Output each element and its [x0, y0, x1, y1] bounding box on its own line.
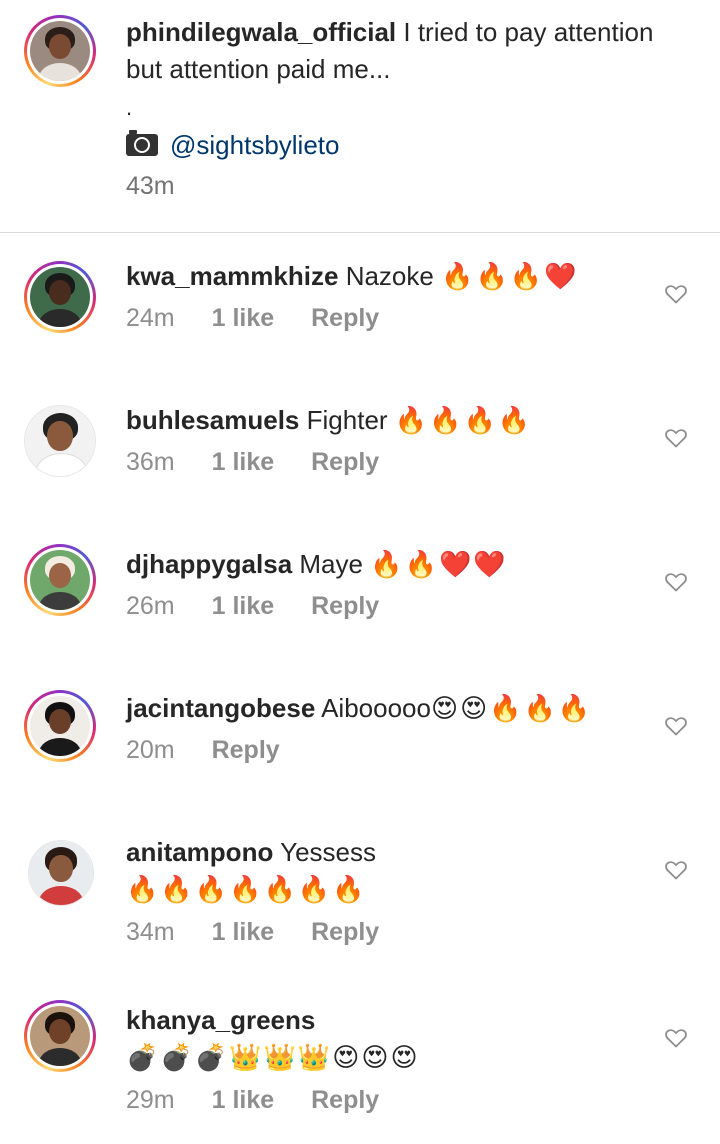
- heart-outline-icon[interactable]: [664, 282, 688, 306]
- credit-mention[interactable]: @sightsbylieto: [170, 128, 339, 162]
- comment-meta: 29m 1 like Reply: [126, 1086, 409, 1115]
- comment-text: anitampono Yessess 🔥🔥🔥🔥🔥🔥🔥: [126, 837, 376, 905]
- comment-meta: 26m 1 like Reply: [126, 592, 409, 621]
- caption-username[interactable]: phindilegwala_official: [126, 17, 396, 47]
- commenter-avatar[interactable]: [24, 405, 96, 477]
- comment-item: anitampono Yessess 🔥🔥🔥🔥🔥🔥🔥 34m 1 like Re…: [0, 834, 720, 964]
- like-count[interactable]: 1 like: [212, 592, 275, 620]
- reply-button[interactable]: Reply: [311, 448, 379, 476]
- comment-time: 34m: [126, 918, 175, 946]
- heart-outline-icon[interactable]: [664, 714, 688, 738]
- heart-outline-icon[interactable]: [664, 426, 688, 450]
- comment-text: djhappygalsa Maye 🔥🔥❤️❤️: [126, 549, 508, 580]
- commenter-avatar[interactable]: [24, 690, 96, 762]
- heart-outline-icon[interactable]: [664, 858, 688, 882]
- commenter-avatar[interactable]: [24, 261, 96, 333]
- caption-dot: .: [126, 95, 133, 120]
- caption-timestamp: 43m: [126, 172, 175, 200]
- reply-button[interactable]: Reply: [311, 592, 379, 620]
- comment-time: 36m: [126, 448, 175, 476]
- comment-text: buhlesamuels Fighter 🔥🔥🔥🔥: [126, 405, 533, 436]
- like-count[interactable]: 1 like: [212, 918, 275, 946]
- comment-text: kwa_mammkhize Nazoke 🔥🔥🔥❤️: [126, 261, 579, 292]
- comment-meta: 20m Reply: [126, 736, 310, 765]
- reply-button[interactable]: Reply: [212, 736, 280, 764]
- comment-username[interactable]: jacintangobese: [126, 693, 315, 723]
- comment-item: kwa_mammkhize Nazoke 🔥🔥🔥❤️ 24m 1 like Re…: [0, 258, 720, 388]
- comment-time: 24m: [126, 304, 175, 332]
- comment-time: 29m: [126, 1086, 175, 1114]
- comment-username[interactable]: djhappygalsa: [126, 549, 292, 579]
- reply-button[interactable]: Reply: [311, 1086, 379, 1114]
- caption-avatar[interactable]: [24, 15, 96, 87]
- heart-outline-icon[interactable]: [664, 1026, 688, 1050]
- comment-item: djhappygalsa Maye 🔥🔥❤️❤️ 26m 1 like Repl…: [0, 544, 720, 676]
- comment-meta: 34m 1 like Reply: [126, 918, 409, 947]
- heart-outline-icon[interactable]: [664, 570, 688, 594]
- comment-item: jacintangobese Aibooooo😍😍🔥🔥🔥 20m Reply: [0, 690, 720, 820]
- commenter-avatar[interactable]: [24, 544, 96, 616]
- like-count[interactable]: 1 like: [212, 448, 275, 476]
- comment-username[interactable]: khanya_greens: [126, 1005, 315, 1035]
- commenter-avatar[interactable]: [28, 840, 94, 906]
- photo-credit: @sightsbylieto: [126, 128, 339, 162]
- like-count[interactable]: 1 like: [212, 1086, 275, 1114]
- comment-username[interactable]: kwa_mammkhize: [126, 261, 338, 291]
- commenter-avatar[interactable]: [24, 1000, 96, 1072]
- like-count[interactable]: 1 like: [212, 304, 275, 332]
- post-caption: phindilegwala_official I tried to pay at…: [126, 14, 686, 88]
- comment-item: buhlesamuels Fighter 🔥🔥🔥🔥 36m 1 like Rep…: [0, 402, 720, 532]
- comment-item: khanya_greens 💣💣💣👑👑👑😍😍😍 29m 1 like Reply: [0, 1000, 720, 1132]
- camera-icon: [126, 130, 158, 156]
- comment-text: khanya_greens 💣💣💣👑👑👑😍😍😍: [126, 1005, 420, 1073]
- comment-time: 26m: [126, 592, 175, 620]
- comment-time: 20m: [126, 736, 175, 764]
- divider: [0, 232, 720, 233]
- comment-username[interactable]: anitampono: [126, 837, 273, 867]
- comment-meta: 24m 1 like Reply: [126, 304, 409, 333]
- comment-username[interactable]: buhlesamuels: [126, 405, 299, 435]
- comment-text: jacintangobese Aibooooo😍😍🔥🔥🔥: [126, 693, 593, 724]
- reply-button[interactable]: Reply: [311, 918, 379, 946]
- reply-button[interactable]: Reply: [311, 304, 379, 332]
- comment-meta: 36m 1 like Reply: [126, 448, 409, 477]
